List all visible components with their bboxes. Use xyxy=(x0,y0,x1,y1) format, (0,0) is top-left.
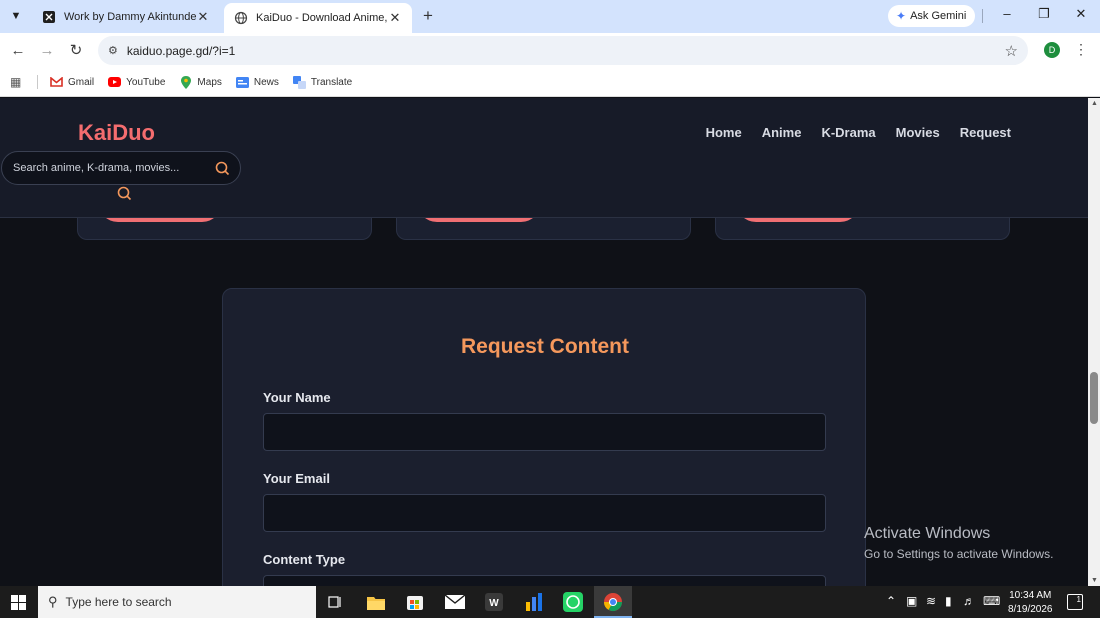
bookmark-gmail[interactable]: Gmail xyxy=(50,76,94,89)
taskbar-search-input[interactable]: ⚲ Type here to search xyxy=(38,586,316,618)
nav-movies[interactable]: Movies xyxy=(896,125,940,140)
clock-date: 8/19/2026 xyxy=(1008,604,1053,615)
news-icon xyxy=(235,76,249,89)
keyboard-icon[interactable]: ⌨ xyxy=(983,594,1000,608)
forward-arrow-icon[interactable]: → xyxy=(37,41,57,61)
site-header: KaiDuo Home Anime K-Drama Movies Request… xyxy=(0,98,1088,218)
svg-text:W: W xyxy=(489,598,499,609)
bookmark-label: YouTube xyxy=(126,76,166,88)
minimize-icon[interactable]: – xyxy=(997,6,1017,21)
bookmark-label: Maps xyxy=(197,76,222,88)
browser-tab-strip: ▼ Work by Dammy Akintunde ✕ KaiDuo - Dow… xyxy=(0,0,1100,33)
apps-grid-icon[interactable]: ▦ xyxy=(10,75,24,89)
maps-pin-icon xyxy=(179,75,192,89)
gmail-icon xyxy=(50,76,63,89)
show-hidden-icons-icon[interactable]: ⌃ xyxy=(886,594,896,608)
bookmark-star-icon[interactable]: ☆ xyxy=(1005,42,1018,60)
bookmark-translate[interactable]: Translate xyxy=(292,75,353,89)
wifi-icon[interactable]: ≋ xyxy=(926,594,936,608)
close-window-icon[interactable]: ✕ xyxy=(1071,6,1091,22)
youtube-icon xyxy=(108,76,122,89)
chrome-icon xyxy=(601,590,625,614)
scrollbar-thumb[interactable] xyxy=(1090,372,1098,424)
watermark-title: Activate Windows xyxy=(864,525,991,542)
request-title: Request Content xyxy=(461,335,629,358)
volume-icon[interactable]: ♬ xyxy=(963,594,975,608)
wps-office-icon[interactable]: W xyxy=(482,590,506,614)
watermark-subtitle: Go to Settings to activate Windows. xyxy=(864,547,1054,561)
search-icon: ⚲ xyxy=(48,594,58,609)
globe-icon xyxy=(234,11,248,25)
site-search-input[interactable]: Search anime, K-drama, movies... xyxy=(1,151,241,185)
ask-gemini-label: Ask Gemini xyxy=(910,10,967,22)
bookmark-label: Translate xyxy=(310,76,353,88)
address-bar[interactable]: ⚙ kaiduo.page.gd/?i=1 ☆ xyxy=(98,36,1028,65)
chrome-taskbar-button[interactable] xyxy=(594,586,632,618)
main-nav: Home Anime K-Drama Movies Request xyxy=(706,125,1011,140)
content-type-select[interactable] xyxy=(263,575,826,586)
search-placeholder: Search anime, K-drama, movies... xyxy=(13,162,180,174)
tab-close-icon[interactable]: ✕ xyxy=(196,9,210,25)
url-text[interactable]: kaiduo.page.gd/?i=1 xyxy=(127,44,235,58)
bookmark-maps[interactable]: Maps xyxy=(179,75,222,89)
translate-icon xyxy=(292,75,306,89)
menu-kebab-icon[interactable]: ⋮ xyxy=(1074,41,1088,58)
tab-search-dropdown[interactable]: ▼ xyxy=(6,6,26,26)
site-info-icon[interactable]: ⚙ xyxy=(108,44,118,57)
nav-home[interactable]: Home xyxy=(706,125,742,140)
web-page: KaiDuo Home Anime K-Drama Movies Request… xyxy=(0,98,1088,586)
nav-anime[interactable]: Anime xyxy=(762,125,802,140)
ask-gemini-button[interactable]: ✦ Ask Gemini xyxy=(888,5,975,27)
name-label: Your Name xyxy=(263,390,331,405)
analytics-app-icon[interactable] xyxy=(522,590,546,614)
task-view-icon[interactable] xyxy=(323,590,347,614)
request-form-panel: Request Content Your Name Your Email Con… xyxy=(222,288,866,586)
clock-time: 10:34 AM xyxy=(1009,590,1052,601)
bookmark-news[interactable]: News xyxy=(235,76,279,89)
file-explorer-icon[interactable] xyxy=(364,590,388,614)
content-type-label: Content Type xyxy=(263,552,346,567)
restore-icon[interactable]: ❐ xyxy=(1034,6,1054,22)
name-field[interactable] xyxy=(263,413,826,451)
tab-work-by-dammy[interactable]: Work by Dammy Akintunde ✕ xyxy=(32,3,220,31)
site-logo[interactable]: KaiDuo xyxy=(78,120,155,146)
page-scrollbar[interactable]: ▲ ▼ xyxy=(1088,98,1100,586)
activate-windows-watermark: Activate Windows Go to Settings to activ… xyxy=(864,525,1053,561)
bookmark-youtube[interactable]: YouTube xyxy=(108,76,165,89)
mail-icon[interactable] xyxy=(443,590,467,614)
windows-taskbar: ⚲ Type here to search W ⌃ ▣ ≋ ▮ ♬ ⌨ 10:3… xyxy=(0,586,1100,618)
email-field[interactable] xyxy=(263,494,826,532)
divider xyxy=(37,75,38,89)
scroll-down-icon[interactable]: ▼ xyxy=(1091,577,1098,584)
new-tab-button[interactable]: + xyxy=(418,5,438,27)
tab-title: KaiDuo - Download Anime, K-D xyxy=(256,12,388,24)
taskbar-search-placeholder: Type here to search xyxy=(65,595,172,609)
email-label: Your Email xyxy=(263,471,330,486)
search-submit-icon[interactable] xyxy=(117,186,132,206)
search-icon[interactable] xyxy=(215,161,230,179)
battery-icon[interactable]: ▮ xyxy=(945,594,952,608)
nav-request[interactable]: Request xyxy=(960,125,1011,140)
whatsapp-icon[interactable] xyxy=(561,590,585,614)
tab-close-icon[interactable]: ✕ xyxy=(388,10,402,26)
bookmark-label: Gmail xyxy=(68,76,95,88)
microsoft-store-icon[interactable] xyxy=(403,590,427,614)
gemini-sparkle-icon: ✦ xyxy=(896,9,907,23)
system-clock[interactable]: 10:34 AM 8/19/2026 xyxy=(1008,589,1053,617)
reload-icon[interactable]: ↻ xyxy=(66,41,86,61)
tab-title: Work by Dammy Akintunde xyxy=(64,11,196,23)
divider xyxy=(982,9,983,23)
tab-kaiduo[interactable]: KaiDuo - Download Anime, K-D ✕ xyxy=(224,3,412,33)
address-toolbar: ← → ↻ ⚙ kaiduo.page.gd/?i=1 ☆ xyxy=(0,33,1100,68)
profile-avatar[interactable]: D xyxy=(1044,42,1060,58)
bookmarks-bar: ▦ Gmail YouTube Maps News Translate xyxy=(0,68,1100,97)
scroll-up-icon[interactable]: ▲ xyxy=(1091,100,1098,107)
notification-center-icon[interactable]: 1 xyxy=(1067,594,1083,610)
site-favicon-icon xyxy=(42,10,56,24)
bookmark-label: News xyxy=(253,76,279,88)
nav-k-drama[interactable]: K-Drama xyxy=(821,125,875,140)
back-arrow-icon[interactable]: ← xyxy=(8,41,28,61)
meet-now-icon[interactable]: ▣ xyxy=(906,594,917,608)
windows-start-icon[interactable] xyxy=(11,595,26,610)
